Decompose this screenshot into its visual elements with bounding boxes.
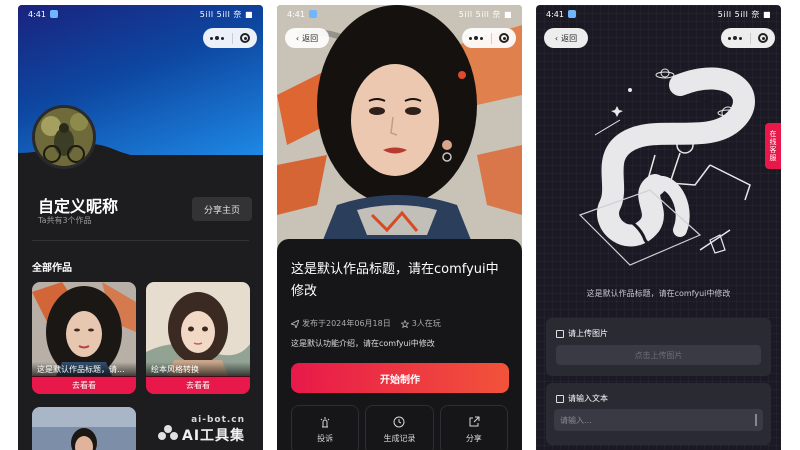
text-section: 请输入文本 [546,383,771,445]
profile-screen: 4:41 5ill 5ill 奈 ■ 自定义昵称 Ta共有3个作品 分享主页 全… [18,5,263,450]
watermark-brand: AI工具集 [182,428,246,444]
work-description: 这是默认功能介绍，请在comfyui中修改 [291,339,435,348]
complaint-label: 投诉 [317,434,334,443]
status-signal: 5ill 5ill 奈 ■ [458,9,512,19]
empty-state-illustration [578,67,755,266]
mini-program-capsule [203,28,257,48]
text-label: 请输入文本 [556,393,608,404]
back-label: 返回 [302,33,319,43]
maker-screen: 4:41 5ill 5ill 奈 ■ ‹ 返回 在线客服 这是默认作品标题，请在… [536,5,781,450]
status-signal: 5ill 5ill 奈 ■ [717,9,771,19]
share-icon [469,416,480,427]
status-bar: 4:41 5ill 5ill 奈 ■ [536,5,781,23]
status-time: 4:41 [546,9,564,19]
view-work-button[interactable]: 去看看 [32,376,136,394]
app-icon [49,10,58,18]
share-home-button[interactable]: 分享主页 [192,197,252,221]
status-signal: 5ill 5ill 奈 ■ [199,9,253,19]
work-title: 这是默认作品标题，请在comfyui中修改 [291,262,499,299]
work-card[interactable]: 这是默认作品标题，请... 去看看 [32,282,136,394]
section-title: 全部作品 [32,263,72,274]
players-count: 3人在玩 [411,319,441,328]
work-caption: 这是默认作品标题，请在comfyui中修改 [586,289,731,298]
status-bar: 4:41 5ill 5ill 奈 ■ [277,5,522,23]
send-icon [291,319,299,328]
target-close-icon[interactable] [240,33,250,43]
start-create-button[interactable]: 开始制作 [291,363,509,393]
status-bar: 4:41 5ill 5ill 奈 ■ [18,5,263,23]
scrollbar[interactable] [755,414,757,426]
share-label: 分享 [465,434,482,443]
watermark: ai-bot.cn AI工具集 [182,415,245,445]
profile-nickname: 自定义昵称 [38,197,119,216]
avatar[interactable] [32,105,96,169]
complaint-icon [320,417,330,428]
back-arrow-icon: ‹ [295,33,300,43]
back-button[interactable]: ‹ 返回 [285,28,329,48]
app-icon [308,10,317,18]
mini-program-capsule [721,28,775,48]
action-bar: 投诉 生成记录 分享 [291,405,508,450]
work-thumbnail: 绘本风格转换 [146,282,250,377]
target-close-icon[interactable] [758,33,768,43]
back-button[interactable]: ‹ 返回 [544,28,588,48]
work-title: 这是默认作品标题，请... [32,362,136,377]
clock-icon [393,416,405,428]
work-card[interactable] [32,407,136,450]
upload-section: 请上传图片 点击上传图片 [546,318,771,376]
back-label: 返回 [561,33,578,43]
share-button[interactable]: 分享 [439,405,508,450]
publish-date: 发布于2024年06月18日 [302,319,391,328]
text-input[interactable] [554,409,763,431]
more-dots-icon[interactable] [469,36,483,40]
watermark-url: ai-bot.cn [191,415,246,425]
upload-label: 请上传图片 [556,328,608,339]
history-button[interactable]: 生成记录 [365,405,434,450]
work-card[interactable]: 绘本风格转换 去看看 [146,282,250,394]
work-thumbnail [32,407,136,450]
history-label: 生成记录 [383,434,416,443]
watermark-logo-icon [158,425,178,440]
target-close-icon[interactable] [499,33,509,43]
complaint-button[interactable]: 投诉 [291,405,360,450]
star-icon [400,319,409,328]
image-icon [556,329,564,338]
works-count: Ta共有3个作品 [38,216,92,225]
view-work-button[interactable]: 去看看 [146,376,250,394]
work-thumbnail: 这是默认作品标题，请... [32,282,136,378]
back-arrow-icon: ‹ [554,33,559,43]
more-dots-icon[interactable] [728,36,742,40]
status-time: 4:41 [28,9,46,19]
more-dots-icon[interactable] [210,36,224,40]
status-time: 4:41 [287,9,305,19]
upload-image-button[interactable]: 点击上传图片 [556,345,761,365]
mini-program-capsule [462,28,516,48]
online-service-tab[interactable]: 在线客服 [765,123,781,169]
text-icon [556,394,564,403]
work-title: 绘本风格转换 [146,362,250,377]
detail-screen: 4:41 5ill 5ill 奈 ■ ‹ 返回 这是默认作品标题，请在comfy… [277,5,522,450]
work-meta: 发布于2024年06月18日 3人在玩 [291,318,441,329]
app-icon [567,10,576,18]
divider [32,240,249,241]
